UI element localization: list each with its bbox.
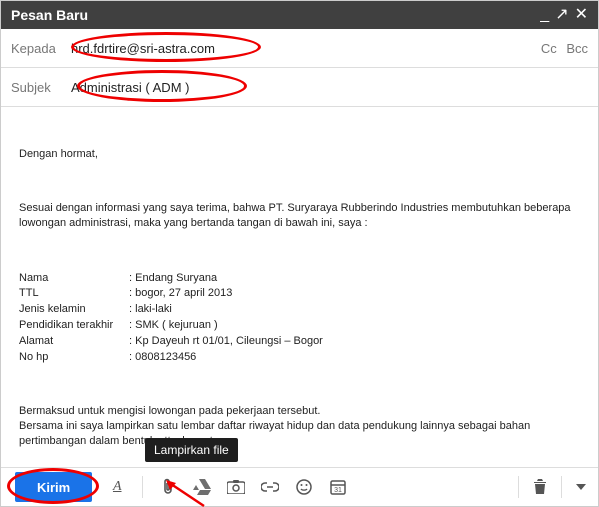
field-label: Alamat (19, 334, 119, 349)
field-value: laki-laki (129, 302, 580, 317)
format-text-icon[interactable]: A (108, 478, 126, 496)
insert-invitation-icon[interactable]: 31 (329, 478, 347, 496)
separator (142, 476, 143, 498)
field-value: bogor, 27 april 2013 (129, 286, 580, 301)
recipient-row: Kepada hrd.fdrtire@sri-astra.com Cc Bcc (1, 29, 598, 68)
svg-text:31: 31 (334, 487, 342, 494)
separator (518, 476, 519, 498)
cc-bcc-links: Cc Bcc (535, 41, 588, 56)
close-icon[interactable]: ✕ (575, 9, 588, 21)
title-bar: Pesan Baru _ ↗ ✕ (1, 1, 598, 29)
subject-label: Subjek (11, 80, 71, 95)
expand-icon[interactable]: ↗ (555, 9, 568, 21)
more-options-icon[interactable] (576, 484, 586, 490)
field-label: TTL (19, 286, 119, 301)
body-intro: Sesuai dengan informasi yang saya terima… (19, 201, 580, 231)
insert-link-icon[interactable] (261, 478, 279, 496)
separator (561, 476, 562, 498)
subject-row: Subjek Administrasi ( ADM ) (1, 68, 598, 107)
insert-drive-icon[interactable] (193, 478, 211, 496)
field-label: Nama (19, 271, 119, 286)
insert-emoji-icon[interactable] (295, 478, 313, 496)
field-label: Jenis kelamin (19, 302, 119, 317)
field-value: Kp Dayeuh rt 01/01, Cileungsi – Bogor (129, 334, 580, 349)
toolbar-right (518, 476, 592, 498)
body-greeting: Dengan hormat, (19, 147, 580, 162)
message-body[interactable]: Dengan hormat, Sesuai dengan informasi y… (1, 107, 598, 467)
to-label: Kepada (11, 41, 71, 56)
body-fields: Nama Endang Suryana TTL bogor, 27 april 20… (19, 271, 580, 365)
bcc-link[interactable]: Bcc (566, 41, 588, 56)
body-para1: Bermaksud untuk mengisi lowongan pada pe… (19, 404, 580, 449)
minimize-icon[interactable]: _ (540, 9, 549, 21)
compose-toolbar: Kirim A 31 (1, 467, 598, 506)
window-controls: _ ↗ ✕ (540, 9, 588, 21)
field-label: No hp (19, 350, 119, 365)
field-label: Pendidikan terakhir (19, 318, 119, 333)
attach-file-icon[interactable] (159, 478, 177, 496)
field-value: 0808123456 (129, 350, 580, 365)
insert-photo-icon[interactable] (227, 478, 245, 496)
formatting-tools: A 31 (108, 476, 347, 498)
cc-link[interactable]: Cc (541, 41, 557, 56)
field-value: Endang Suryana (129, 271, 580, 286)
field-value: SMK ( kejuruan ) (129, 318, 580, 333)
compose-window: Pesan Baru _ ↗ ✕ Kepada hrd.fdrtire@sri-… (0, 0, 599, 507)
send-button[interactable]: Kirim (15, 472, 92, 502)
window-title: Pesan Baru (11, 1, 88, 29)
to-input[interactable]: hrd.fdrtire@sri-astra.com (71, 41, 535, 56)
discard-draft-icon[interactable] (533, 479, 547, 495)
subject-input[interactable]: Administrasi ( ADM ) (71, 80, 588, 95)
